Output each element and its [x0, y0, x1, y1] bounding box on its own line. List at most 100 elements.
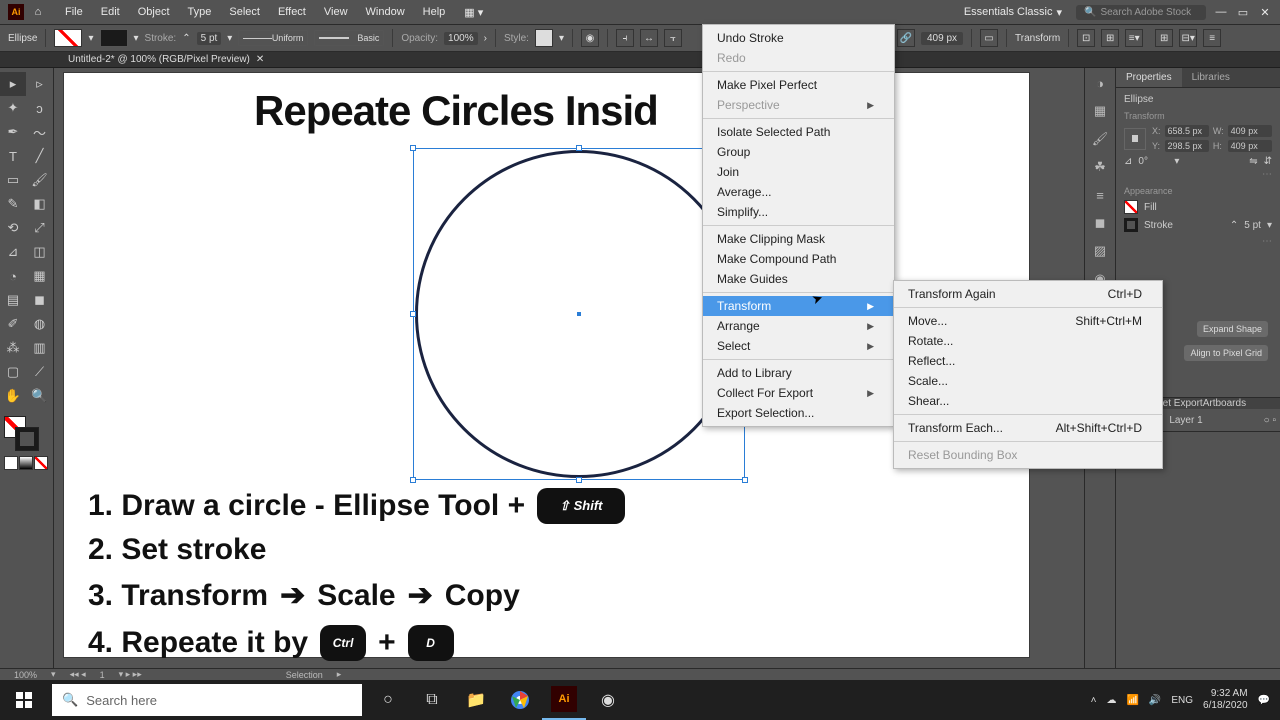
taskbar-search-input[interactable]: 🔍 Search here — [52, 684, 362, 716]
window-minimize-icon[interactable]: — — [1214, 6, 1228, 18]
color-mode-gradient[interactable] — [19, 456, 33, 470]
workspace-switcher[interactable]: Essentials Classic ▾ — [956, 6, 1070, 19]
tab-artboards[interactable]: Artboards — [1203, 398, 1246, 409]
magic-wand-tool[interactable]: ✦ — [0, 96, 26, 120]
menu-type[interactable]: Type — [179, 6, 221, 18]
blend-tool[interactable]: ◍ — [27, 312, 53, 336]
document-tab[interactable]: Untitled-2* @ 100% (RGB/Pixel Preview) ✕ — [60, 53, 272, 66]
rectangle-tool[interactable]: ▭ — [0, 168, 26, 192]
pen-tool[interactable]: ✒ — [0, 120, 26, 144]
wifi-icon[interactable]: 📶 — [1126, 695, 1138, 706]
task-view-icon[interactable]: ⧉ — [410, 680, 454, 720]
color-panel-icon[interactable]: ◑ — [1091, 74, 1109, 92]
ctx-item-join[interactable]: Join — [703, 162, 894, 182]
stroke-weight-panel-input[interactable]: 5 pt — [1244, 220, 1261, 231]
layer-name[interactable]: Layer 1 — [1169, 415, 1202, 426]
stroke-stepper-down-icon[interactable]: ⌃ — [182, 33, 190, 44]
artboard-tool[interactable]: ▢ — [0, 360, 26, 384]
tab-libraries[interactable]: Libraries — [1182, 68, 1240, 87]
type-tool[interactable]: T — [0, 144, 26, 168]
align-center-icon[interactable]: ↔ — [640, 29, 658, 47]
fill-stroke-indicator[interactable] — [0, 414, 53, 454]
home-icon[interactable]: ⌂ — [30, 4, 46, 20]
eraser-tool[interactable]: ◧ — [27, 192, 53, 216]
y-input[interactable]: 298.5 px — [1165, 140, 1209, 152]
ctx-item-collect-for-export[interactable]: Collect For Export▶ — [703, 383, 894, 403]
volume-icon[interactable]: 🔊 — [1149, 695, 1161, 706]
x-input[interactable]: 658.5 px — [1165, 125, 1209, 137]
ctx-item-transform-again[interactable]: Transform AgainCtrl+D — [894, 284, 1162, 304]
lasso-tool[interactable]: ɔ — [27, 96, 53, 120]
paintbrush-tool[interactable]: 🖌 — [27, 168, 53, 192]
ctx-item-make-compound-path[interactable]: Make Compound Path — [703, 249, 894, 269]
ctx-item-undo-stroke[interactable]: Undo Stroke — [703, 28, 894, 48]
menu-effect[interactable]: Effect — [269, 6, 315, 18]
obs-icon[interactable]: ◉ — [586, 680, 630, 720]
eyedropper-tool[interactable]: ✐ — [0, 312, 26, 336]
ctx-item-transform-each-[interactable]: Transform Each...Alt+Shift+Ctrl+D — [894, 418, 1162, 438]
gradient-tool[interactable]: ◼ — [27, 288, 53, 312]
align-left-icon[interactable]: ⫞ — [616, 29, 634, 47]
tray-expand-icon[interactable]: ˄ — [1091, 695, 1097, 706]
w-input[interactable]: 409 px — [1228, 125, 1272, 137]
ctx-item-isolate-selected-path[interactable]: Isolate Selected Path — [703, 122, 894, 142]
rotate-tool[interactable]: ⟲ — [0, 216, 26, 240]
color-mode-none[interactable] — [34, 456, 48, 470]
direct-selection-tool[interactable]: ▹ — [27, 72, 53, 96]
clock[interactable]: 9:32 AM 6/18/2020 — [1203, 688, 1248, 712]
more-options-icon[interactable]: ⋯ — [1124, 169, 1272, 180]
menu-file[interactable]: File — [56, 6, 92, 18]
more-appearance-icon[interactable]: ⋯ — [1124, 236, 1272, 247]
ctx-item-arrange[interactable]: Arrange▶ — [703, 316, 894, 336]
tab-properties[interactable]: Properties — [1116, 68, 1182, 87]
menu-help[interactable]: Help — [414, 6, 455, 18]
h-input[interactable]: 409 px — [1228, 140, 1272, 152]
selection-tool[interactable]: ▸ — [0, 72, 26, 96]
stroke-profile-basic[interactable]: Basic — [314, 30, 384, 46]
group-icon[interactable]: ⊞ — [1101, 29, 1119, 47]
window-close-icon[interactable]: ✕ — [1258, 6, 1272, 19]
color-mode-solid[interactable] — [4, 456, 18, 470]
style-swatch[interactable] — [535, 29, 553, 47]
shape-mode-icon[interactable]: ▭ — [980, 29, 998, 47]
opacity-input[interactable]: 100% — [444, 32, 478, 45]
onedrive-icon[interactable]: ☁ — [1106, 695, 1116, 706]
brushes-panel-icon[interactable]: 🖌 — [1091, 130, 1109, 148]
width-input[interactable]: 409 px — [921, 32, 963, 45]
reference-point-widget[interactable] — [1124, 128, 1146, 150]
shaper-tool[interactable]: ✎ — [0, 192, 26, 216]
menu-window[interactable]: Window — [357, 6, 414, 18]
ctx-item-group[interactable]: Group — [703, 142, 894, 162]
ctx-item-make-clipping-mask[interactable]: Make Clipping Mask — [703, 229, 894, 249]
graph-tool[interactable]: ▥ — [27, 336, 53, 360]
stroke-profile-uniform[interactable]: Uniform — [238, 30, 308, 46]
flip-v-icon[interactable]: ⇵ — [1264, 156, 1272, 167]
arrange-icon[interactable]: ≡▾ — [1125, 29, 1143, 47]
align-pixel-grid-button[interactable]: Align to Pixel Grid — [1184, 345, 1268, 361]
ctx-item-scale-[interactable]: Scale... — [894, 371, 1162, 391]
ctx-item-rotate-[interactable]: Rotate... — [894, 331, 1162, 351]
window-restore-icon[interactable]: ▭ — [1236, 6, 1250, 19]
ctx-item-transform[interactable]: Transform▶ — [703, 296, 894, 316]
stroke-swatch-panel[interactable] — [1124, 218, 1138, 232]
stroke-panel-icon[interactable]: ≡ — [1091, 186, 1109, 204]
zoom-level[interactable]: 100% — [14, 670, 37, 680]
chrome-icon[interactable] — [498, 680, 542, 720]
search-stock-input[interactable]: 🔍 Search Adobe Stock — [1076, 5, 1206, 20]
curvature-tool[interactable]: 〜 — [27, 120, 53, 144]
width-tool[interactable]: ⊿ — [0, 240, 26, 264]
close-tab-icon[interactable]: ✕ — [256, 54, 264, 65]
zoom-tool[interactable]: 🔍 — [27, 384, 53, 408]
ctx-item-make-guides[interactable]: Make Guides — [703, 269, 894, 289]
scale-tool[interactable]: ⤢ — [27, 216, 53, 240]
ctx-item-select[interactable]: Select▶ — [703, 336, 894, 356]
symbol-sprayer-tool[interactable]: ⁂ — [0, 336, 26, 360]
perspective-tool[interactable]: ▦ — [27, 264, 53, 288]
stroke-swatch[interactable] — [100, 29, 128, 47]
arrange-docs-icon[interactable]: ▦ ▾ — [464, 6, 483, 19]
align-right-icon[interactable]: ⫟ — [664, 29, 682, 47]
panel-toggle-2-icon[interactable]: ⊟▾ — [1179, 29, 1197, 47]
stroke-weight-input[interactable]: 5 pt — [197, 32, 222, 45]
isolate-icon[interactable]: ⊡ — [1077, 29, 1095, 47]
hand-tool[interactable]: ✋ — [0, 384, 26, 408]
